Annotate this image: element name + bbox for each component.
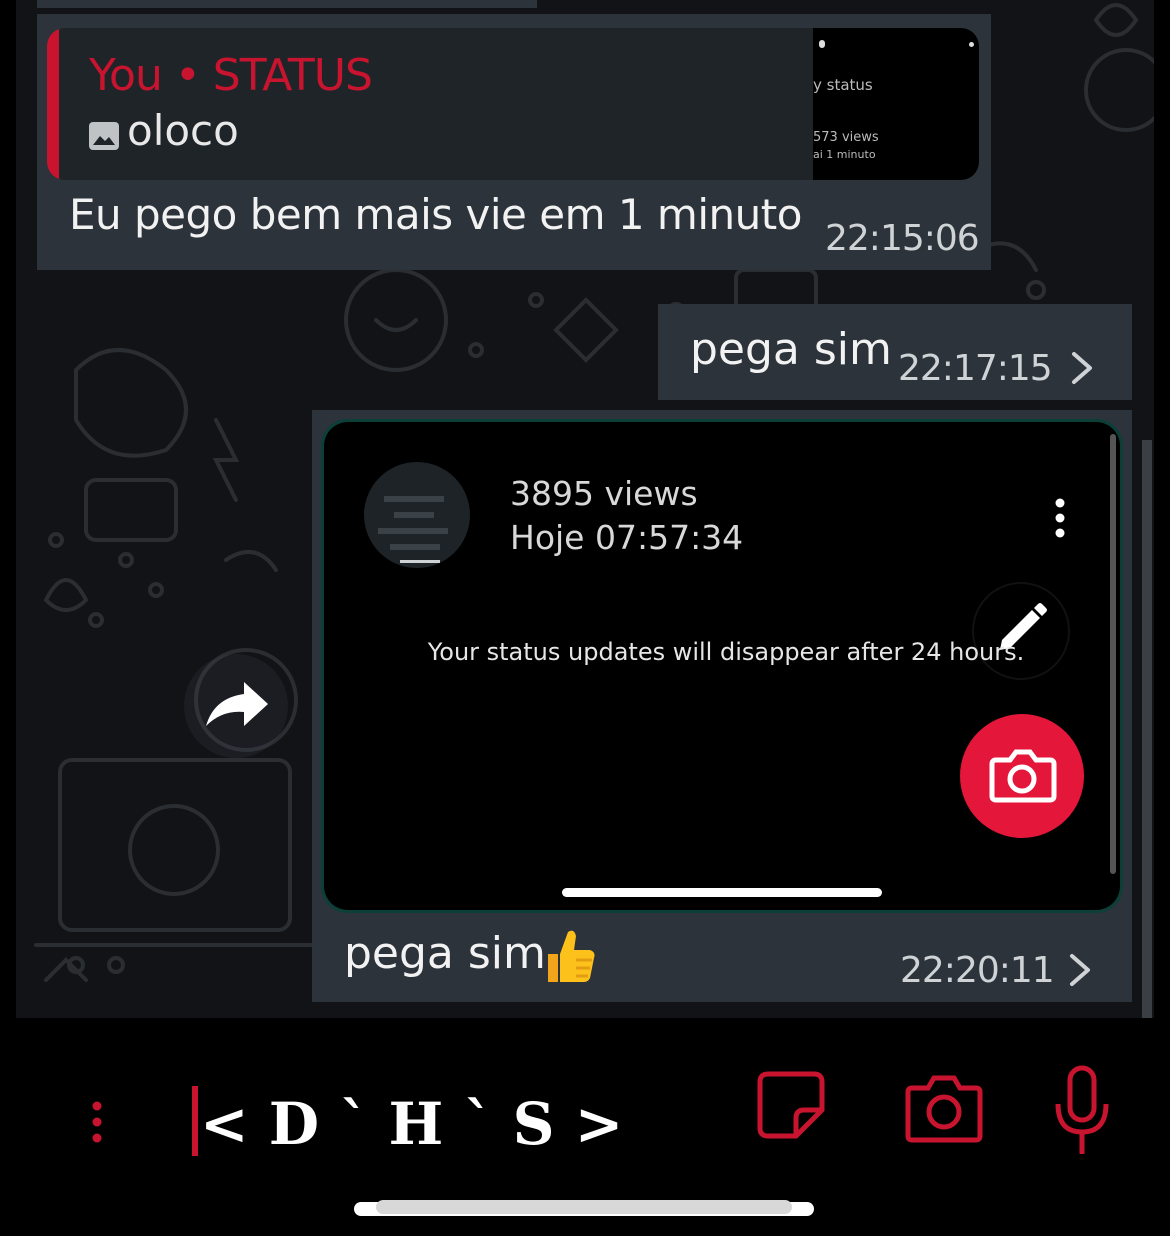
quote-text: oloco	[127, 106, 239, 155]
quote-accent-bar	[47, 28, 59, 180]
message-bubble-incoming[interactable]: You • STATUS oloco y status 573 views ai…	[37, 0, 991, 270]
forward-arrow-icon	[206, 682, 268, 726]
quote-thumbnail: y status 573 views ai 1 minuto	[813, 28, 979, 180]
thumbnail-text: y status	[813, 76, 873, 94]
mic-icon[interactable]	[1052, 1064, 1112, 1156]
message-bubble-outgoing-image[interactable]: 3895 views Hoje 07:57:34 Your status upd…	[312, 410, 1132, 1002]
camera-icon[interactable]	[904, 1074, 984, 1144]
message-text: pega sim	[344, 928, 546, 979]
composer-bar: < D ` H ` S >	[0, 1018, 1170, 1236]
thumbnail-text: 573 views	[813, 130, 879, 145]
thumbnail-text: ai 1 minuto	[813, 148, 876, 161]
status-views: 3895 views	[510, 474, 698, 513]
quote-author: You	[89, 50, 163, 101]
camera-icon	[989, 749, 1057, 803]
status-notice: Your status updates will disappear after…	[427, 638, 1025, 666]
quoted-status-reply[interactable]: You • STATUS oloco y status 573 views ai…	[47, 28, 979, 180]
message-text: pega sim	[690, 324, 892, 375]
image-icon	[89, 122, 119, 150]
chat-area[interactable]: You • STATUS oloco y status 573 views ai…	[16, 0, 1154, 1018]
quote-source: STATUS	[212, 50, 373, 101]
chevron-right-icon[interactable]	[1064, 950, 1094, 990]
sticker-icon[interactable]	[756, 1070, 826, 1140]
shared-screenshot[interactable]: 3895 views Hoje 07:57:34 Your status upd…	[324, 422, 1120, 910]
message-time: 22:15:06	[825, 218, 980, 259]
screenshot-home-indicator	[562, 888, 882, 897]
status-avatar	[364, 462, 470, 568]
previous-bubble-edge	[37, 0, 537, 8]
thumbs-up-icon	[548, 930, 595, 982]
more-options-icon	[1055, 498, 1065, 538]
text-caret	[192, 1086, 198, 1156]
forward-button[interactable]	[184, 654, 288, 758]
home-indicator[interactable]	[354, 1200, 814, 1216]
message-time: 22:17:15	[898, 348, 1053, 389]
status-date: Hoje 07:57:34	[510, 518, 744, 557]
quote-title: You • STATUS	[89, 50, 373, 101]
chevron-right-icon[interactable]	[1066, 348, 1096, 388]
chat-scrollbar[interactable]	[1142, 440, 1152, 1018]
message-text: Eu pego bem mais vie em 1 minuto	[69, 190, 802, 239]
screenshot-scrollbar	[1110, 434, 1116, 874]
menu-dots-icon[interactable]	[86, 1100, 108, 1144]
camera-fab	[960, 714, 1084, 838]
message-input-text: < D ` H ` S >	[200, 1090, 624, 1158]
quote-separator: •	[174, 50, 201, 101]
message-time: 22:20:11	[900, 950, 1055, 991]
message-bubble-outgoing[interactable]: pega sim 22:17:15	[658, 304, 1132, 400]
thumbnail-dot	[819, 40, 825, 48]
thumbnail-dot	[969, 42, 974, 47]
